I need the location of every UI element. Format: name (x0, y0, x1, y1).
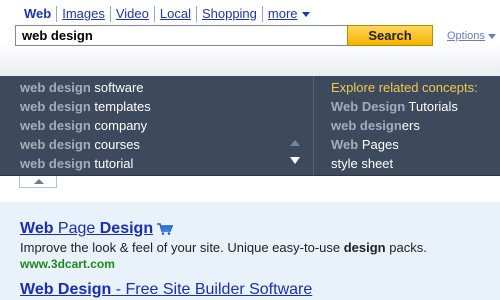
search-results: Web Page Design Improve the look & feel … (0, 202, 500, 300)
result-title-text: - Free Site Builder Software (111, 281, 313, 298)
related-heading: Explore related concepts: (331, 78, 478, 97)
suggestion-rest: software (90, 80, 144, 95)
tab-local[interactable]: Local (153, 6, 196, 22)
related-rest: Pages (358, 137, 399, 152)
chevron-up-icon (34, 179, 44, 184)
related-match: Web Design (331, 99, 406, 114)
related-item[interactable]: style sheet (331, 154, 393, 173)
suggestion-rest: templates (90, 99, 151, 114)
suggestion-list: web design software web design templates… (0, 76, 312, 175)
chevron-down-icon (301, 12, 310, 18)
related-match: Web (331, 137, 359, 152)
search-button[interactable]: Search (347, 25, 433, 46)
related-item[interactable]: Web Design Tutorials (331, 97, 458, 116)
tab-more-label: more (267, 6, 298, 21)
result-url: www.3dcart.com (20, 257, 115, 271)
search-suggestions-dropdown: web design software web design templates… (0, 76, 500, 176)
related-rest: style sheet (331, 156, 394, 171)
result-title-link[interactable]: Web Design - Free Site Builder Software (20, 281, 312, 299)
result-description: Improve the look & feel of your site. Un… (20, 240, 427, 255)
suggestion-rest: company (90, 118, 148, 133)
search-input[interactable] (15, 25, 352, 46)
result-title-bold: Design (99, 220, 154, 237)
tab-more[interactable]: more (261, 6, 315, 22)
vertical-tabs: Web Images Video Local Shopping more (24, 6, 315, 24)
suggestion-item[interactable]: web design templates (20, 97, 151, 116)
result-title-bold: Web (20, 220, 54, 237)
suggestion-rest: tutorial (90, 156, 134, 171)
search-bar: Search (15, 25, 433, 46)
related-item[interactable]: Web Pages (331, 135, 399, 154)
suggestion-item[interactable]: web design tutorial (20, 154, 133, 173)
suggestion-match: web design (20, 99, 91, 114)
suggestion-match: web design (20, 137, 91, 152)
tab-shopping[interactable]: Shopping (195, 6, 262, 22)
result-desc-text: packs. (385, 240, 427, 255)
collapse-suggestions-button[interactable] (19, 176, 57, 188)
result-desc-bold: design (343, 240, 386, 255)
suggestion-item[interactable]: web design company (20, 116, 147, 135)
related-rest: Tutorials (405, 99, 458, 114)
options-link[interactable]: Options (447, 30, 496, 42)
tab-video[interactable]: Video (109, 6, 154, 22)
result-desc-text: Improve the look & feel of your site. Un… (20, 240, 344, 255)
result-title-link[interactable]: Web Page Design (20, 220, 174, 238)
related-concepts-panel: Explore related concepts: Web Design Tut… (313, 76, 500, 175)
chevron-down-icon (487, 33, 496, 39)
suggestion-rest: courses (90, 137, 140, 152)
related-heading-text: Explore related concepts: (331, 80, 478, 95)
tab-images[interactable]: Images (56, 6, 110, 22)
scroll-down-icon[interactable] (290, 157, 300, 164)
result-title-bold: Web Design (20, 281, 112, 298)
suggestion-item[interactable]: web design courses (20, 135, 140, 154)
related-item[interactable]: web designers (331, 116, 420, 135)
result-title-text: Page (53, 220, 100, 237)
options-label: Options (447, 30, 485, 42)
scroll-up-icon[interactable] (290, 140, 300, 146)
dropdown-footer (0, 176, 500, 202)
tab-web[interactable]: Web (24, 6, 56, 22)
suggestion-match: web design (20, 156, 91, 171)
shopping-cart-icon (157, 222, 174, 235)
suggestion-match: web design (20, 118, 91, 133)
search-header: WebImagesVideoLocalShopping more Search O… (0, 0, 500, 76)
related-match: web design (331, 118, 402, 133)
suggestion-match: web design (20, 80, 91, 95)
suggestion-item[interactable]: web design software (20, 78, 144, 97)
related-rest: ers (401, 118, 420, 133)
